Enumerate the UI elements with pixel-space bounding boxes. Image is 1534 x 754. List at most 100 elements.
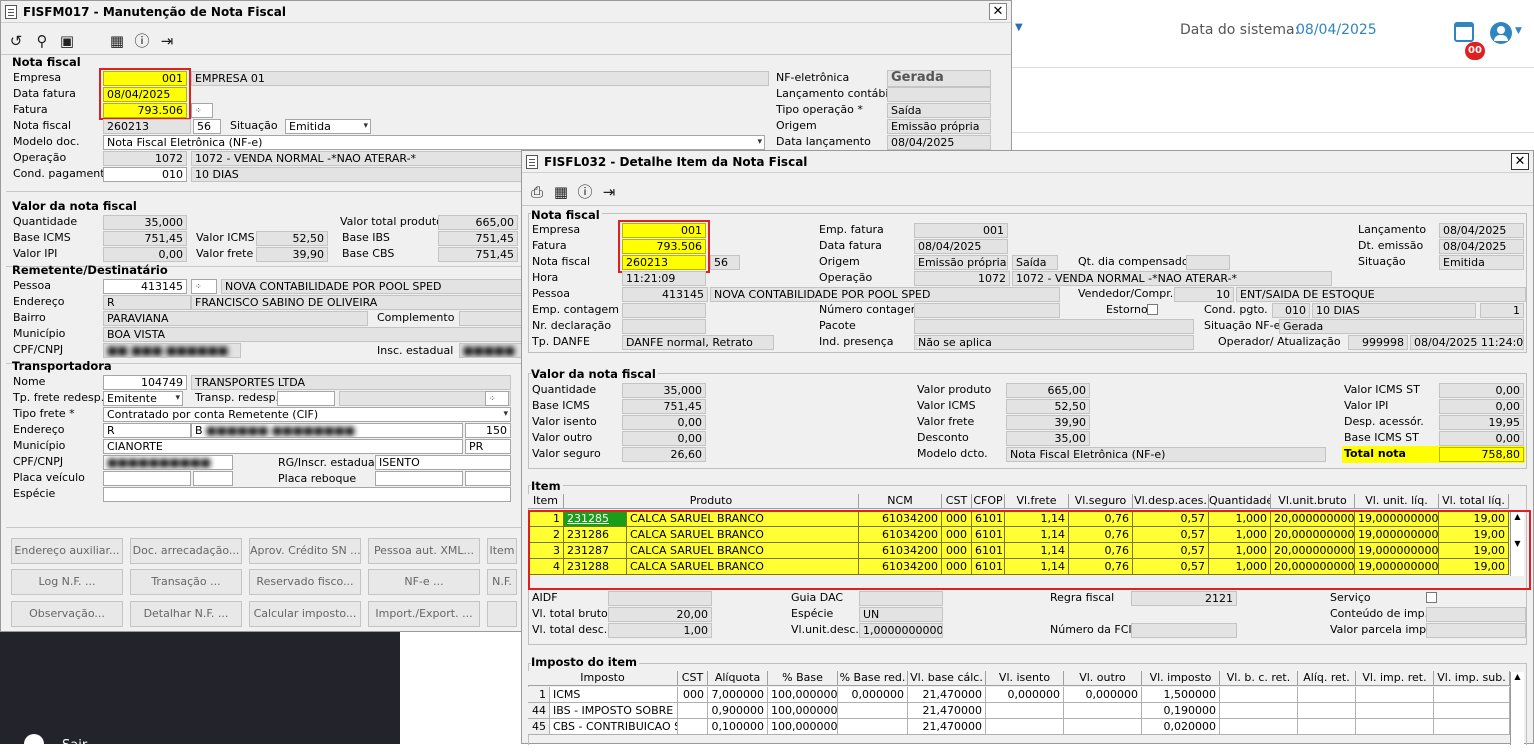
- imposto-cell[interactable]: 100,000000: [768, 719, 838, 735]
- help-icon[interactable]: ⓘ: [576, 183, 594, 201]
- action-button[interactable]: Item: [487, 538, 517, 564]
- fatura-lookup-button[interactable]: ⁘: [191, 103, 213, 118]
- save-icon[interactable]: ▣: [58, 32, 76, 50]
- imposto-cell[interactable]: [1064, 703, 1142, 719]
- imposto-cell[interactable]: [1434, 719, 1510, 735]
- imposto-cell[interactable]: 0,000000: [838, 687, 908, 703]
- action-button[interactable]: Aprov. Crédito SN ...: [249, 538, 361, 564]
- imposto-row-number[interactable]: 45: [528, 719, 550, 735]
- modelo-doc-select[interactable]: Nota Fiscal Eletrônica (NF-e): [103, 135, 765, 150]
- item-col-header[interactable]: Vl.seguro: [1069, 494, 1133, 509]
- header-dropdown-icon[interactable]: ▼: [1015, 22, 1023, 33]
- item-col-header[interactable]: Vl. total líq.: [1439, 494, 1509, 509]
- imposto-col-header[interactable]: Vl. b. c. ret.: [1220, 671, 1298, 686]
- imposto-col-header[interactable]: CST: [678, 671, 708, 686]
- item-col-header[interactable]: CST: [942, 494, 972, 509]
- imposto-col-header[interactable]: % Base red.: [838, 671, 908, 686]
- imposto-cell[interactable]: [1220, 687, 1298, 703]
- pessoa-lookup-button[interactable]: ⁘: [191, 279, 217, 294]
- pessoa-code-field[interactable]: 413145: [103, 279, 187, 294]
- imposto-col-header[interactable]: Alíq. ret.: [1298, 671, 1356, 686]
- item-col-header[interactable]: Item: [528, 494, 564, 509]
- imposto-cell[interactable]: [1298, 687, 1356, 703]
- user-menu-chevron-icon[interactable]: ▼: [1515, 26, 1522, 36]
- imposto-col-header[interactable]: Alíquota: [708, 671, 768, 686]
- imposto-cell[interactable]: ICMS: [550, 687, 678, 703]
- undo-icon[interactable]: ↺: [7, 32, 25, 50]
- imposto-col-header[interactable]: Vl. imp. ret.: [1356, 671, 1434, 686]
- imposto-col-header[interactable]: Vl. base cálc.: [908, 671, 986, 686]
- calendar-icon[interactable]: ▦: [552, 183, 570, 201]
- item-col-header[interactable]: Vl.frete: [1005, 494, 1069, 509]
- tp-frete-redesp-select[interactable]: Emitente: [103, 391, 183, 406]
- operacao-code-field[interactable]: 1072: [103, 151, 187, 166]
- action-button[interactable]: Transação ...: [130, 569, 242, 595]
- item-col-header[interactable]: Vl.desp.aces.: [1133, 494, 1209, 509]
- imposto-cell[interactable]: [986, 703, 1064, 719]
- imposto-row-number[interactable]: 1: [528, 687, 550, 703]
- imposto-cell[interactable]: [1356, 703, 1434, 719]
- imposto-cell[interactable]: [1220, 719, 1298, 735]
- item-scrollbar[interactable]: ▲ ▼: [1510, 512, 1524, 576]
- action-button[interactable]: Detalhar N.F. ...: [130, 601, 242, 627]
- logout-icon[interactable]: [24, 734, 44, 754]
- item-col-header[interactable]: CFOP: [972, 494, 1005, 509]
- transp-lookup-button[interactable]: ⁘: [485, 391, 509, 406]
- imposto-cell[interactable]: 100,000000: [768, 687, 838, 703]
- tipo-frete-select[interactable]: Contratado por conta Remetente (CIF): [103, 407, 511, 422]
- exit-icon[interactable]: ⇥: [600, 183, 618, 201]
- action-button[interactable]: Import./Export. ...: [368, 601, 480, 627]
- action-button[interactable]: Reservado fisco...: [249, 569, 361, 595]
- imposto-row-number[interactable]: 44: [528, 703, 550, 719]
- placa-reboque-field[interactable]: [375, 471, 463, 486]
- imposto-cell[interactable]: IBS - IMPOSTO SOBRE BE: [550, 703, 678, 719]
- imposto-cell[interactable]: 7,000000: [708, 687, 768, 703]
- servico-checkbox[interactable]: [1426, 592, 1437, 603]
- help-icon[interactable]: ⓘ: [133, 32, 151, 50]
- imposto-cell[interactable]: [1220, 703, 1298, 719]
- imposto-cell[interactable]: 0,190000: [1142, 703, 1220, 719]
- item-col-header[interactable]: Vl.unit.bruto: [1271, 494, 1355, 509]
- imposto-cell[interactable]: CBS - CONTRIBUICAO SO: [550, 719, 678, 735]
- imposto-cell[interactable]: [1434, 703, 1510, 719]
- imposto-cell[interactable]: 0,100000: [708, 719, 768, 735]
- cond-pagamento-code[interactable]: 010: [103, 167, 187, 182]
- imposto-cell[interactable]: 0,900000: [708, 703, 768, 719]
- imposto-cell[interactable]: [1434, 687, 1510, 703]
- imposto-cell[interactable]: [1356, 719, 1434, 735]
- item-col-header[interactable]: Vl. unit. líq.: [1355, 494, 1439, 509]
- especie-field[interactable]: [103, 487, 511, 502]
- print-icon[interactable]: ⎙: [528, 183, 546, 201]
- imposto-cell[interactable]: [838, 719, 908, 735]
- transp-redesp-field[interactable]: [277, 391, 335, 406]
- imposto-col-header[interactable]: Vl. outro: [1064, 671, 1142, 686]
- imposto-scrollbar[interactable]: ▲: [1510, 672, 1524, 745]
- imposto-cell[interactable]: [678, 703, 708, 719]
- exit-icon[interactable]: ⇥: [158, 32, 176, 50]
- item-col-header[interactable]: Produto: [564, 494, 859, 509]
- imposto-cell[interactable]: 000: [678, 687, 708, 703]
- action-button[interactable]: Pessoa aut. XML...: [368, 538, 480, 564]
- imposto-cell[interactable]: [1064, 719, 1142, 735]
- calendar-icon[interactable]: ▦: [108, 32, 126, 50]
- imposto-cell[interactable]: 0,020000: [1142, 719, 1220, 735]
- estorno-checkbox[interactable]: [1147, 304, 1158, 315]
- imposto-cell[interactable]: [678, 719, 708, 735]
- imposto-cell[interactable]: [1298, 719, 1356, 735]
- imposto-cell[interactable]: 1,500000: [1142, 687, 1220, 703]
- search-icon[interactable]: ⚲: [33, 32, 51, 50]
- imposto-cell[interactable]: 0,000000: [1064, 687, 1142, 703]
- calendar-icon[interactable]: [1454, 22, 1474, 42]
- imposto-col-header[interactable]: Vl. isento: [986, 671, 1064, 686]
- imposto-cell[interactable]: 100,000000: [768, 703, 838, 719]
- imposto-col-header[interactable]: Vl. imp. sub.: [1434, 671, 1510, 686]
- imposto-cell[interactable]: [1298, 703, 1356, 719]
- action-button[interactable]: NF-e ...: [368, 569, 480, 595]
- imposto-cell[interactable]: [838, 703, 908, 719]
- imposto-cell[interactable]: [986, 719, 1064, 735]
- item-col-header[interactable]: NCM: [859, 494, 942, 509]
- imposto-cell[interactable]: 21,470000: [908, 703, 986, 719]
- action-button[interactable]: [487, 601, 517, 627]
- action-button[interactable]: Observação...: [11, 601, 123, 627]
- imposto-col-header[interactable]: Imposto: [528, 671, 678, 686]
